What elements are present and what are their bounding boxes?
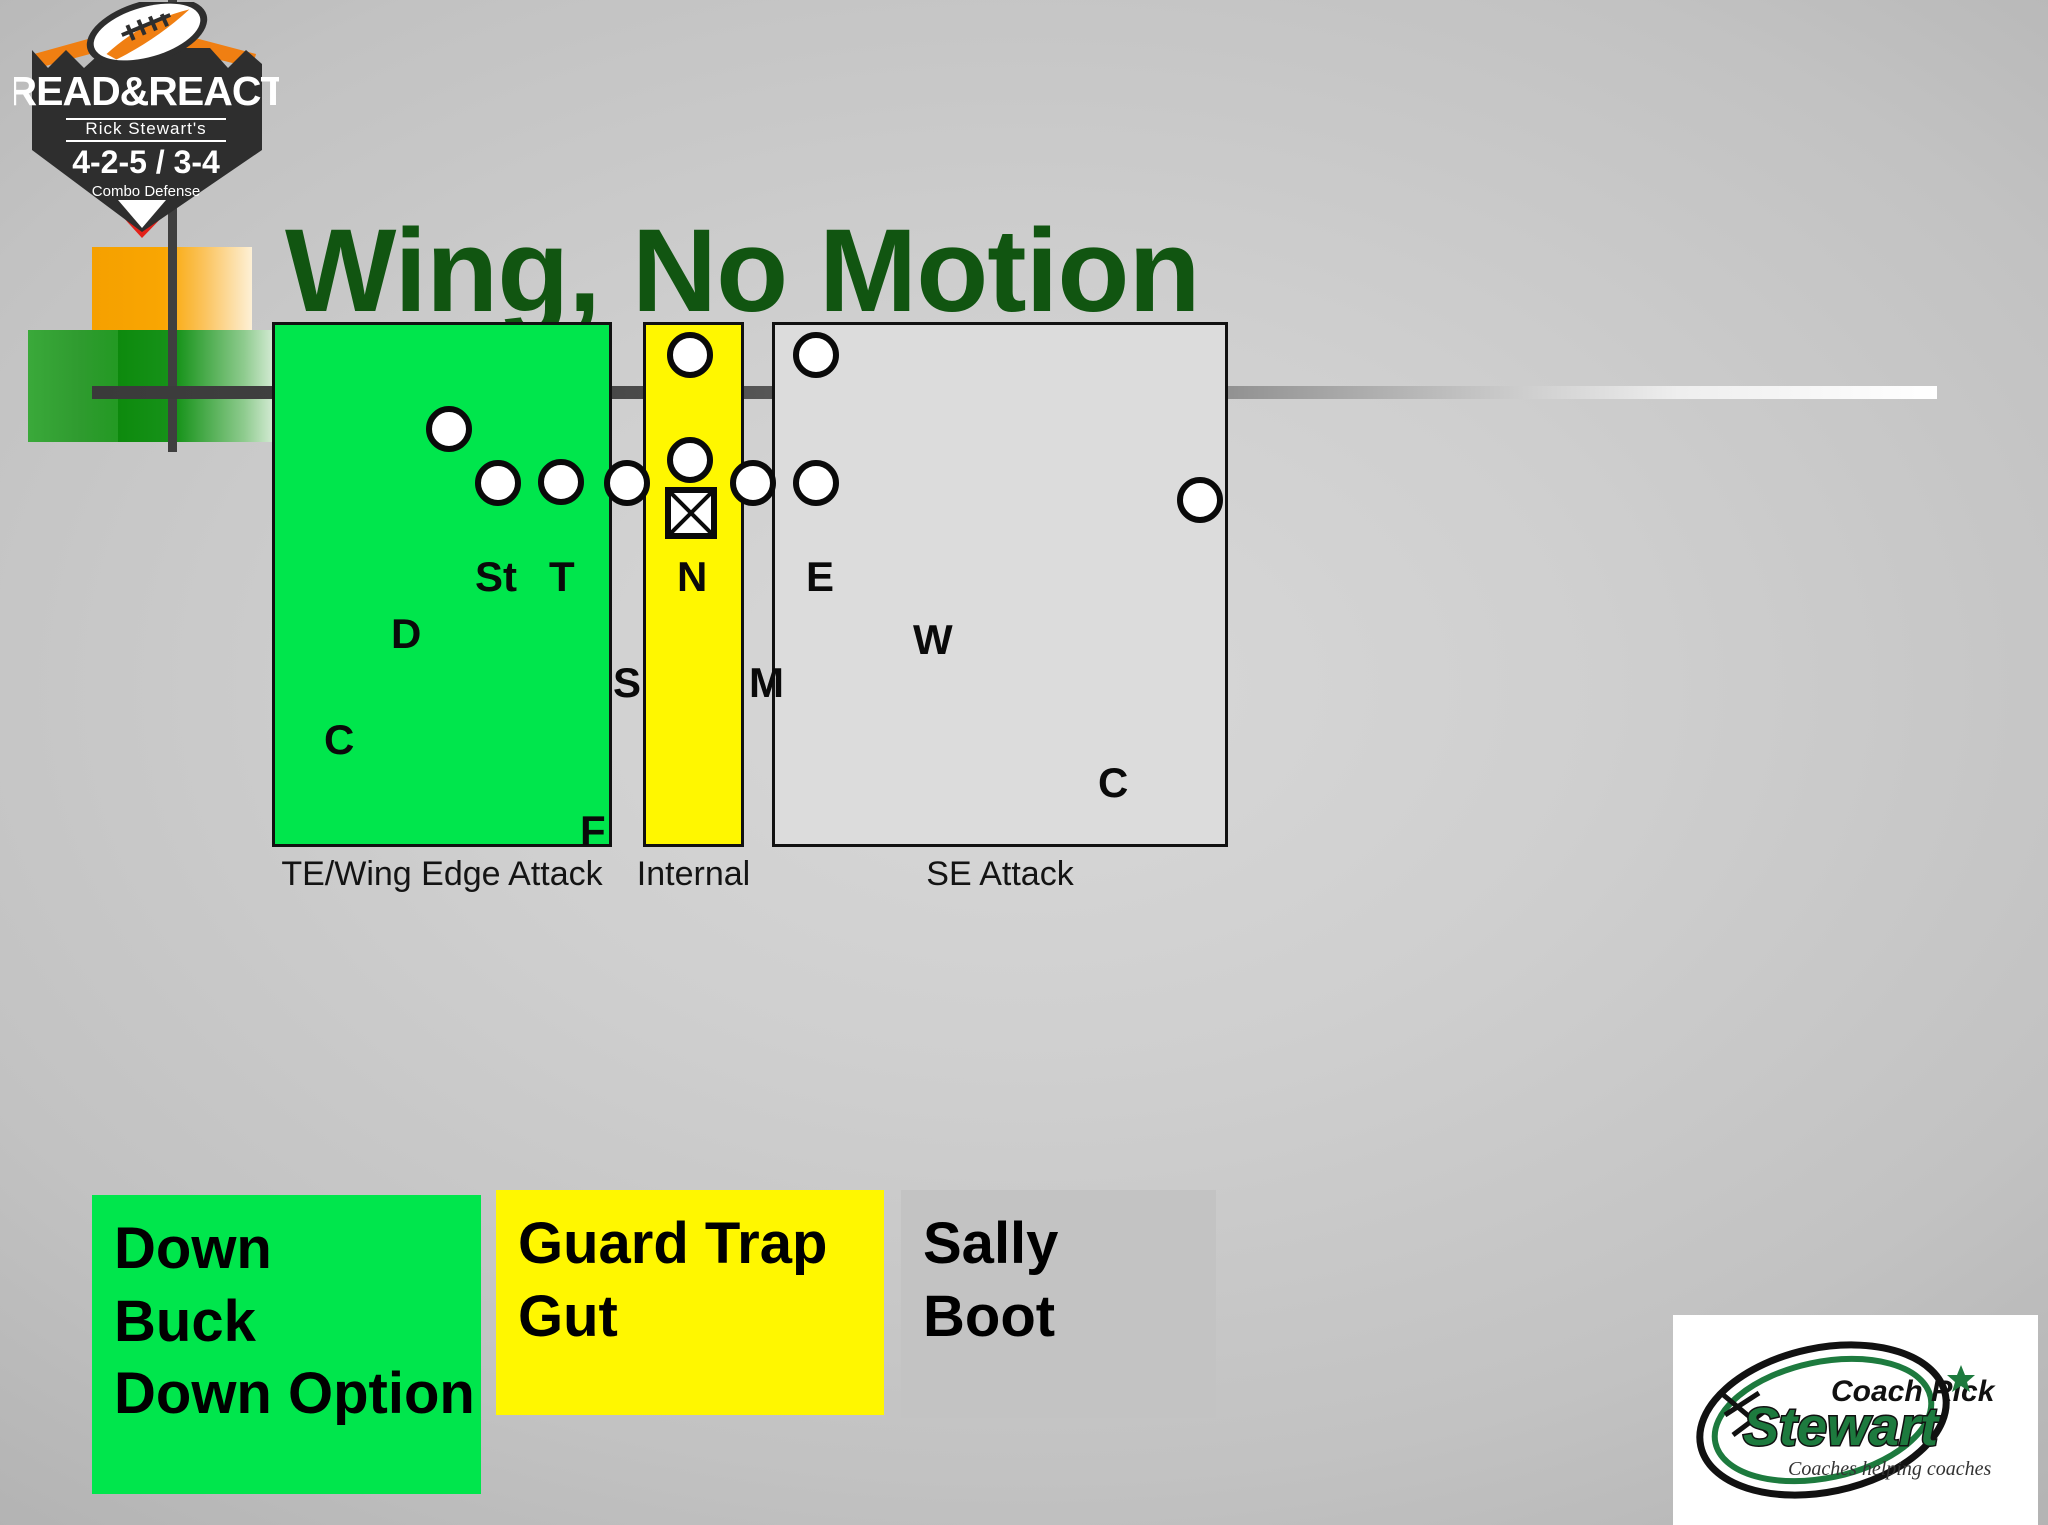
position-label-f: F bbox=[580, 807, 606, 854]
player-marker bbox=[604, 460, 650, 506]
position-label-s: S bbox=[613, 659, 642, 706]
play-group-edge-attack: Down Buck Down Option bbox=[92, 1195, 481, 1494]
play-group-internal: Guard Trap Gut bbox=[496, 1190, 884, 1415]
zone-caption-se-attack: SE Attack bbox=[926, 855, 1074, 893]
play-item: Sally bbox=[923, 1211, 1059, 1276]
zone-caption-te-wing: TE/Wing Edge Attack bbox=[281, 855, 603, 893]
play-item: Gut bbox=[518, 1283, 618, 1349]
footer-logo-tagline: Coaches helping coaches bbox=[1788, 1458, 1991, 1480]
position-label-c-right: C bbox=[1098, 759, 1129, 806]
player-marker bbox=[793, 460, 839, 506]
position-label-t: T bbox=[549, 553, 575, 600]
position-label-d: D bbox=[391, 610, 422, 657]
play-item: Down Option bbox=[114, 1361, 475, 1426]
position-label-n: N bbox=[677, 553, 708, 600]
footer-logo-line2: Stewart bbox=[1743, 1397, 1940, 1457]
play-group-se-attack: Sally Boot bbox=[901, 1190, 1216, 1418]
play-item: Down bbox=[114, 1216, 272, 1281]
player-marker bbox=[426, 406, 472, 452]
player-marker bbox=[1177, 477, 1223, 523]
zone-caption-internal: Internal bbox=[636, 855, 751, 893]
coach-rick-stewart-logo: Coach Rick Stewart Coaches helping coach… bbox=[1673, 1315, 2038, 1525]
position-label-m: M bbox=[749, 659, 784, 706]
zone-se-attack bbox=[772, 322, 1228, 847]
player-marker bbox=[667, 332, 713, 378]
position-label-w: W bbox=[913, 616, 953, 663]
player-marker bbox=[538, 459, 584, 505]
position-label-c-left: C bbox=[324, 716, 355, 763]
slide-canvas: READ&REACT Rick Stewart's 4-2-5 / 3-4 Co… bbox=[0, 0, 2048, 1525]
position-label-st: St bbox=[475, 553, 517, 600]
player-marker bbox=[793, 332, 839, 378]
play-item: Buck bbox=[114, 1288, 256, 1354]
play-item: Boot bbox=[923, 1283, 1056, 1349]
player-marker bbox=[475, 460, 521, 506]
ball-marker-icon bbox=[665, 487, 717, 539]
player-marker bbox=[667, 437, 713, 483]
player-marker bbox=[730, 460, 776, 506]
position-label-e: E bbox=[806, 553, 835, 600]
play-item: Guard Trap bbox=[518, 1211, 828, 1276]
